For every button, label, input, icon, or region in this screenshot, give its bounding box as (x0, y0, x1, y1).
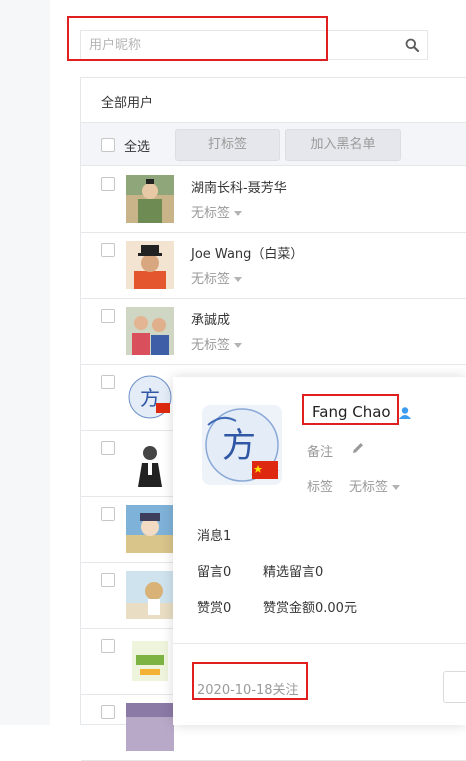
popover-divider (173, 643, 466, 644)
row-checkbox[interactable] (101, 177, 115, 191)
avatar[interactable] (126, 637, 174, 685)
tag-value: 无标签 (191, 338, 231, 353)
left-sidebar-strip (0, 0, 50, 725)
user-icon (399, 407, 411, 419)
tag-value: 无标签 (191, 272, 231, 287)
row-checkbox[interactable] (101, 705, 115, 719)
user-row: 承誠成 无标签 (81, 299, 466, 365)
caret-down-icon (392, 485, 401, 490)
tag-value: 无标签 (191, 206, 231, 221)
avatar[interactable] (126, 241, 174, 289)
tag-dropdown[interactable]: 无标签 (191, 334, 243, 353)
avatar[interactable] (126, 505, 174, 553)
row-checkbox[interactable] (101, 243, 115, 257)
user-name[interactable]: 湖南长科-聂芳华 (191, 177, 287, 196)
user-info-popover: 方 Fang Chao 备注 标签 无标签 消息1 留言0 精选留言0 赞赏0 … (173, 377, 466, 725)
user-row: 湖南长科-聂芳华 无标签 (81, 167, 466, 233)
featured-comments-count: 精选留言0 (263, 565, 324, 580)
avatar[interactable] (126, 175, 174, 223)
row-checkbox[interactable] (101, 441, 115, 455)
popover-nickname: Fang Chao (312, 403, 391, 421)
messages-count: 消息1 (197, 529, 232, 544)
avatar[interactable] (126, 439, 174, 487)
follow-date: 2020-10-18关注 (197, 683, 299, 698)
appreciations-count: 赞赏0 (197, 601, 232, 616)
search-box[interactable] (80, 30, 428, 60)
caret-down-icon (234, 277, 243, 282)
avatar[interactable] (126, 571, 174, 619)
row-checkbox[interactable] (101, 573, 115, 587)
user-row: Joe Wang（白菜） 无标签 (81, 233, 466, 299)
blacklist-button[interactable]: 加入黑名单 (285, 129, 401, 161)
popover-avatar: 方 (202, 405, 282, 485)
tag-label: 标签 (307, 480, 334, 495)
remark-label: 备注 (307, 445, 334, 460)
search-input[interactable] (89, 31, 389, 59)
user-name[interactable]: Joe Wang（白菜） (191, 243, 303, 262)
row-checkbox[interactable] (101, 309, 115, 323)
appreciation-amount: 赞赏金额0.00元 (263, 601, 357, 616)
select-all-checkbox[interactable] (101, 138, 115, 152)
select-all-label[interactable]: 全选 (124, 136, 150, 155)
avatar[interactable] (126, 307, 174, 355)
tag-value: 无标签 (349, 480, 389, 495)
tag-dropdown[interactable]: 无标签 (191, 202, 243, 221)
svg-text:方: 方 (222, 426, 256, 466)
tag-dropdown[interactable]: 无标签 (191, 268, 243, 287)
row-checkbox[interactable] (101, 507, 115, 521)
popover-action-button[interactable] (443, 671, 466, 703)
user-name[interactable]: 承誠成 (191, 309, 230, 328)
avatar[interactable]: 方 (126, 373, 174, 421)
search-icon[interactable] (405, 38, 419, 52)
edit-pencil-icon[interactable] (351, 441, 365, 455)
caret-down-icon (234, 211, 243, 216)
row-checkbox[interactable] (101, 639, 115, 653)
panel-title: 全部用户 (101, 96, 154, 111)
comments-count: 留言0 (197, 565, 232, 580)
tag-button[interactable]: 打标签 (175, 129, 280, 161)
row-checkbox[interactable] (101, 375, 115, 389)
list-toolbar: 全选 打标签 加入黑名单 (81, 122, 466, 166)
avatar[interactable] (126, 703, 174, 751)
caret-down-icon (234, 343, 243, 348)
tag-dropdown[interactable]: 无标签 (349, 476, 401, 495)
